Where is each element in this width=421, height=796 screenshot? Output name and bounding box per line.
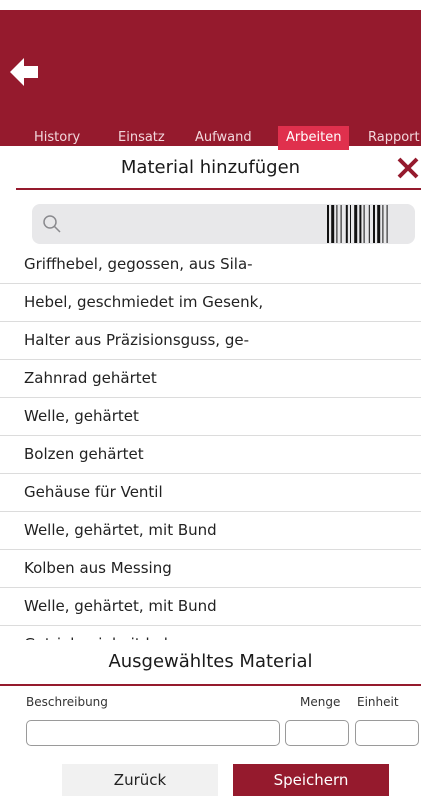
arrow-left-icon xyxy=(10,58,38,86)
selected-divider xyxy=(0,684,421,686)
search-icon xyxy=(43,215,61,233)
selected-material-title: Ausgewähltes Material xyxy=(0,640,421,684)
status-strip xyxy=(0,0,421,10)
material-list-item[interactable]: Hebel, geschmiedet im Gesenk, xyxy=(0,284,421,322)
title-divider xyxy=(16,188,421,190)
material-list-item[interactable]: Welle, gehärtet, mit Bund xyxy=(0,588,421,626)
barcode-scan-button[interactable] xyxy=(325,204,405,244)
material-list-item[interactable]: Getriebeeinheit kpl xyxy=(0,626,421,640)
back-button[interactable] xyxy=(8,54,48,90)
app-header: History Einsatz Aufwand Arbeiten Rapport xyxy=(0,10,421,150)
save-button[interactable]: Speichern xyxy=(233,764,389,796)
barcode-icon xyxy=(327,205,388,243)
beschreibung-field[interactable] xyxy=(26,720,280,746)
search-input[interactable] xyxy=(72,212,316,238)
close-icon xyxy=(397,157,419,179)
material-list: Griffhebel, gegossen, aus Sila- Hebel, ge… xyxy=(0,246,421,640)
menge-field[interactable] xyxy=(285,720,349,746)
material-list-item[interactable]: Bolzen gehärtet xyxy=(0,436,421,474)
material-list-item[interactable]: Kolben aus Messing xyxy=(0,550,421,588)
dialog-title: Material hinzufügen xyxy=(120,157,301,178)
material-list-item[interactable]: Zahnrad gehärtet xyxy=(0,360,421,398)
material-list-item[interactable]: Griffhebel, gegossen, aus Sila- xyxy=(0,246,421,284)
label-einheit: Einheit xyxy=(357,695,399,709)
label-beschreibung: Beschreibung xyxy=(26,695,108,709)
back-text-button[interactable]: Zurück xyxy=(62,764,218,796)
material-list-item[interactable]: Halter aus Präzisionsguss, ge- xyxy=(0,322,421,360)
close-button[interactable] xyxy=(391,150,421,184)
material-list-item[interactable]: Welle, gehärtet, mit Bund xyxy=(0,512,421,550)
material-list-item[interactable]: Gehäuse für Ventil xyxy=(0,474,421,512)
material-list-item[interactable]: Welle, gehärtet xyxy=(0,398,421,436)
einheit-field[interactable] xyxy=(355,720,419,746)
label-menge: Menge xyxy=(300,695,341,709)
